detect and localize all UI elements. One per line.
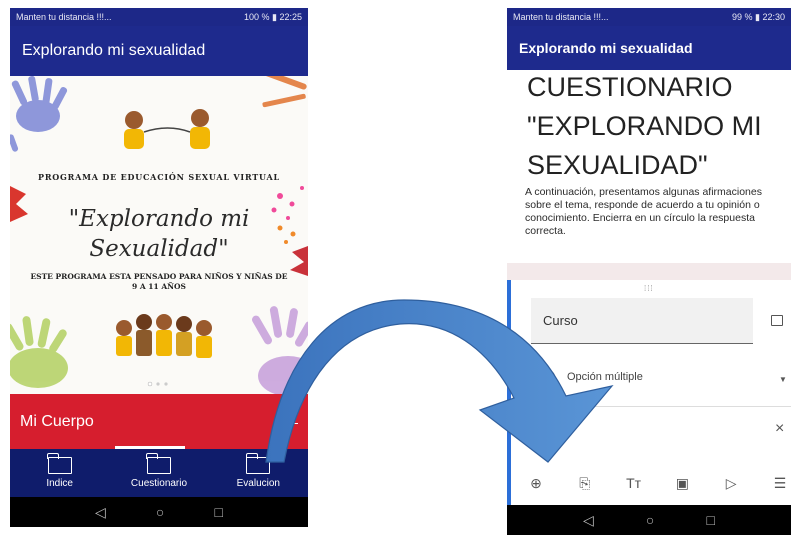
transition-arrow — [265, 299, 614, 463]
screenshot-stage: Manten tu distancia !!!... 100 % ▮ 22:25… — [0, 0, 791, 535]
curved-arrow-icon — [265, 299, 614, 463]
